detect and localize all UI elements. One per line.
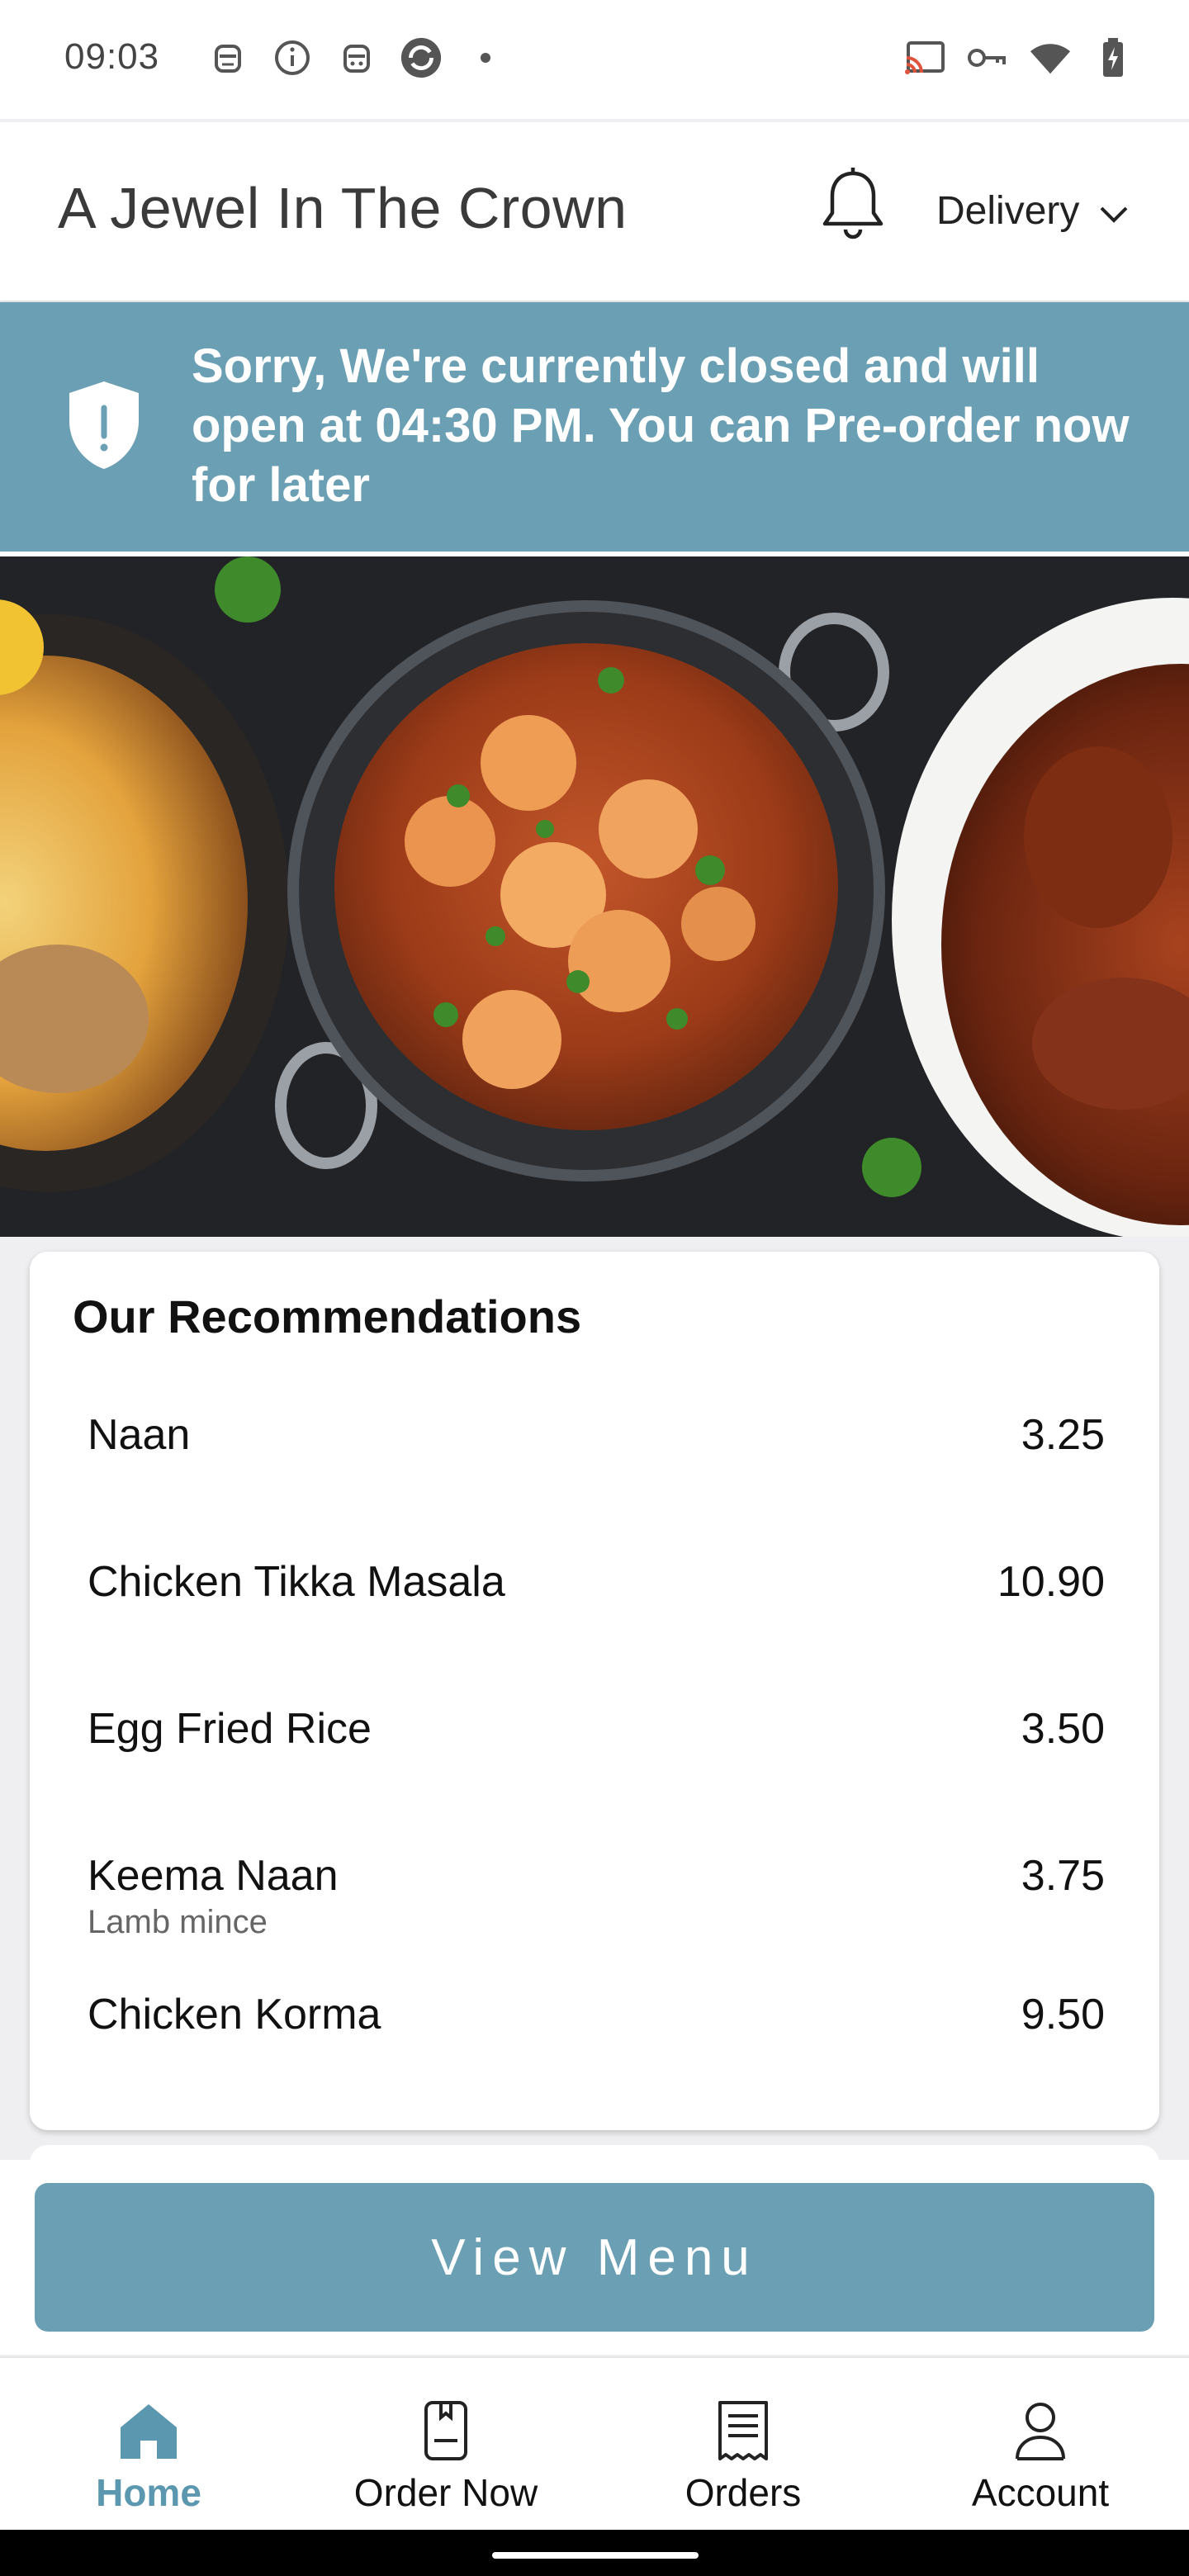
bell-icon[interactable] — [816, 165, 890, 244]
item-price: 10.90 — [997, 1558, 1105, 1606]
info-icon — [271, 36, 314, 79]
food-dishes-image — [0, 556, 1189, 1237]
recommendations-title: Our Recommendations — [73, 1290, 582, 1342]
item-name: Naan — [88, 1411, 191, 1459]
order-mode-dropdown[interactable]: Delivery — [936, 188, 1129, 234]
sync-app-icon — [400, 36, 443, 79]
wifi-icon — [1029, 36, 1072, 79]
item-price: 3.25 — [1021, 1411, 1105, 1459]
robot-face-icon — [335, 36, 378, 79]
robot-face-icon — [206, 36, 249, 79]
nav-item-order-now[interactable]: Order Now — [297, 2358, 594, 2531]
person-icon — [1007, 2398, 1073, 2464]
receipt-icon — [710, 2398, 776, 2464]
item-price: 3.75 — [1021, 1852, 1105, 1900]
bottom-navigation: Home Order Now Orders Account — [0, 2356, 1189, 2531]
battery-charging-icon — [1092, 36, 1135, 79]
nav-label: Order Now — [353, 2471, 538, 2514]
item-name: Chicken Korma — [88, 1991, 381, 2039]
item-description: Lamb mince — [88, 1904, 268, 1940]
vpn-key-icon — [966, 36, 1009, 79]
order-mode-label: Delivery — [936, 189, 1080, 233]
nav-label: Home — [96, 2471, 201, 2514]
nav-label: Account — [971, 2471, 1110, 2514]
nav-label: Orders — [685, 2471, 802, 2514]
item-name: Chicken Tikka Masala — [88, 1558, 505, 1606]
shield-alert-icon — [63, 378, 145, 472]
nav-item-home[interactable]: Home — [0, 2358, 297, 2531]
item-price: 9.50 — [1021, 1991, 1105, 2039]
restaurant-title: A Jewel In The Crown — [58, 176, 628, 240]
recommendations-card: Our Recommendations Naan 3.25 Chicken Ti… — [30, 1252, 1159, 2130]
status-left-icons — [206, 36, 507, 79]
dot-icon — [464, 36, 507, 79]
item-price: 3.50 — [1021, 1705, 1105, 1753]
item-name: Keema Naan — [88, 1852, 339, 1900]
nav-item-account[interactable]: Account — [892, 2358, 1189, 2531]
status-right-icons — [903, 36, 1135, 79]
home-icon — [116, 2398, 182, 2464]
app-header: A Jewel In The Crown Delivery — [0, 122, 1189, 301]
closed-message: Sorry, We're currently closed and will o… — [192, 339, 1130, 512]
home-gesture-handle[interactable] — [492, 2552, 699, 2559]
nav-item-orders[interactable]: Orders — [594, 2358, 892, 2531]
chevron-down-icon — [1099, 188, 1129, 234]
status-bar: 09:03 — [0, 0, 1189, 119]
cast-icon — [903, 36, 946, 79]
status-time: 09:03 — [64, 36, 160, 77]
item-name: Egg Fried Rice — [88, 1705, 372, 1753]
view-menu-button[interactable]: View Menu — [35, 2183, 1154, 2332]
order-book-icon — [413, 2398, 479, 2464]
